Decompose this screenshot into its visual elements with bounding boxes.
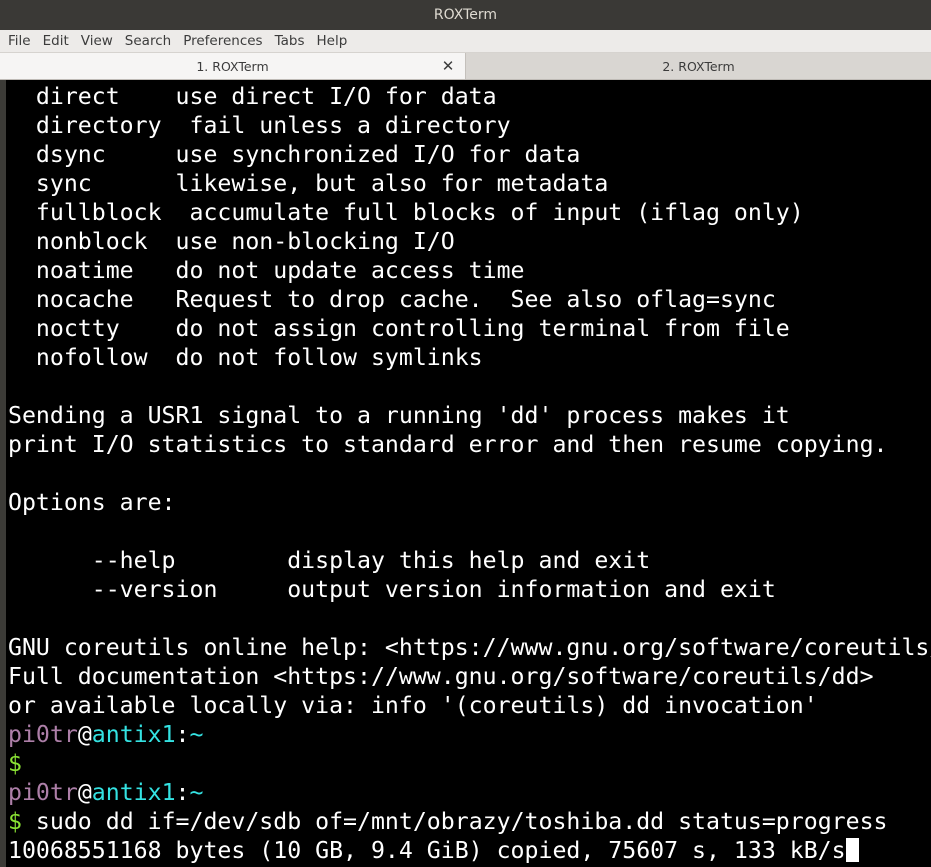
menu-help[interactable]: Help <box>310 33 353 49</box>
output-line: nonblock use non-blocking I/O <box>8 228 455 255</box>
prompt-host: antix1 <box>91 721 176 748</box>
output-line: direct use direct I/O for data <box>8 83 497 110</box>
menu-preferences[interactable]: Preferences <box>177 33 268 49</box>
output-line: GNU coreutils online help: <https://www.… <box>8 634 931 661</box>
menu-bar: File Edit View Search Preferences Tabs H… <box>0 30 931 53</box>
output-line: noatime do not update access time <box>8 257 525 284</box>
progress-text: 10068551168 bytes (10 GB, 9.4 GiB) copie… <box>8 837 846 864</box>
text-cursor <box>845 838 859 862</box>
output-line: Full documentation <https://www.gnu.org/… <box>8 663 874 690</box>
prompt-user: pi0tr <box>8 779 78 806</box>
output-line: noctty do not assign controlling termina… <box>8 315 790 342</box>
terminal-view[interactable]: direct use direct I/O for data directory… <box>0 80 931 867</box>
output-line: fullblock accumulate full blocks of inpu… <box>8 199 804 226</box>
prompt-host: antix1 <box>91 779 176 806</box>
prompt-line: pi0tr@antix1:~ <box>8 778 931 807</box>
output-line: print I/O statistics to standard error a… <box>8 431 888 458</box>
prompt-at: @ <box>77 721 92 748</box>
tab-2[interactable]: 2. ROXTerm <box>466 53 931 79</box>
menu-tabs[interactable]: Tabs <box>269 33 311 49</box>
output-line: nocache Request to drop cache. See also … <box>8 286 776 313</box>
output-line: dsync use synchronized I/O for data <box>8 141 581 168</box>
tab-label: 2. ROXTerm <box>662 58 735 74</box>
menu-search[interactable]: Search <box>119 33 177 49</box>
command-line: $ sudo dd if=/dev/sdb of=/mnt/obrazy/tos… <box>8 807 931 836</box>
close-icon[interactable]: ✕ <box>441 57 455 75</box>
menu-edit[interactable]: Edit <box>37 33 75 49</box>
command-line: $ <box>8 749 931 778</box>
menu-file[interactable]: File <box>2 33 37 49</box>
output-line: directory fail unless a directory <box>8 112 511 139</box>
prompt-colon: : <box>175 779 190 806</box>
terminal-output: direct use direct I/O for data directory… <box>8 82 931 720</box>
terminal-window: ROXTerm File Edit View Search Preference… <box>0 0 931 867</box>
prompt-user: pi0tr <box>8 721 78 748</box>
tab-bar: 1. ROXTerm ✕ 2. ROXTerm <box>0 53 931 80</box>
prompt-colon: : <box>175 721 190 748</box>
prompt-symbol: $ <box>8 750 22 777</box>
output-line: --help display this help and exit <box>8 547 651 574</box>
title-bar[interactable]: ROXTerm <box>0 0 931 30</box>
command-text: sudo dd if=/dev/sdb of=/mnt/obrazy/toshi… <box>21 808 888 835</box>
output-line: nofollow do not follow symlinks <box>8 344 483 371</box>
tab-1[interactable]: 1. ROXTerm ✕ <box>0 53 466 79</box>
prompt-line: pi0tr@antix1:~ <box>8 720 931 749</box>
window-title: ROXTerm <box>433 7 498 23</box>
output-line: Sending a USR1 signal to a running 'dd' … <box>8 402 790 429</box>
prompt-at: @ <box>77 779 92 806</box>
output-line: or available locally via: info '(coreuti… <box>8 692 818 719</box>
menu-view[interactable]: View <box>75 33 119 49</box>
prompt-symbol: $ <box>8 808 22 835</box>
output-line: Options are: <box>8 489 176 516</box>
progress-line: 10068551168 bytes (10 GB, 9.4 GiB) copie… <box>8 836 931 865</box>
prompt-path: ~ <box>189 721 204 748</box>
output-line: sync likewise, but also for metadata <box>8 170 609 197</box>
tab-label: 1. ROXTerm <box>196 58 269 74</box>
output-line: --version output version information and… <box>8 576 776 603</box>
prompt-path: ~ <box>189 779 204 806</box>
